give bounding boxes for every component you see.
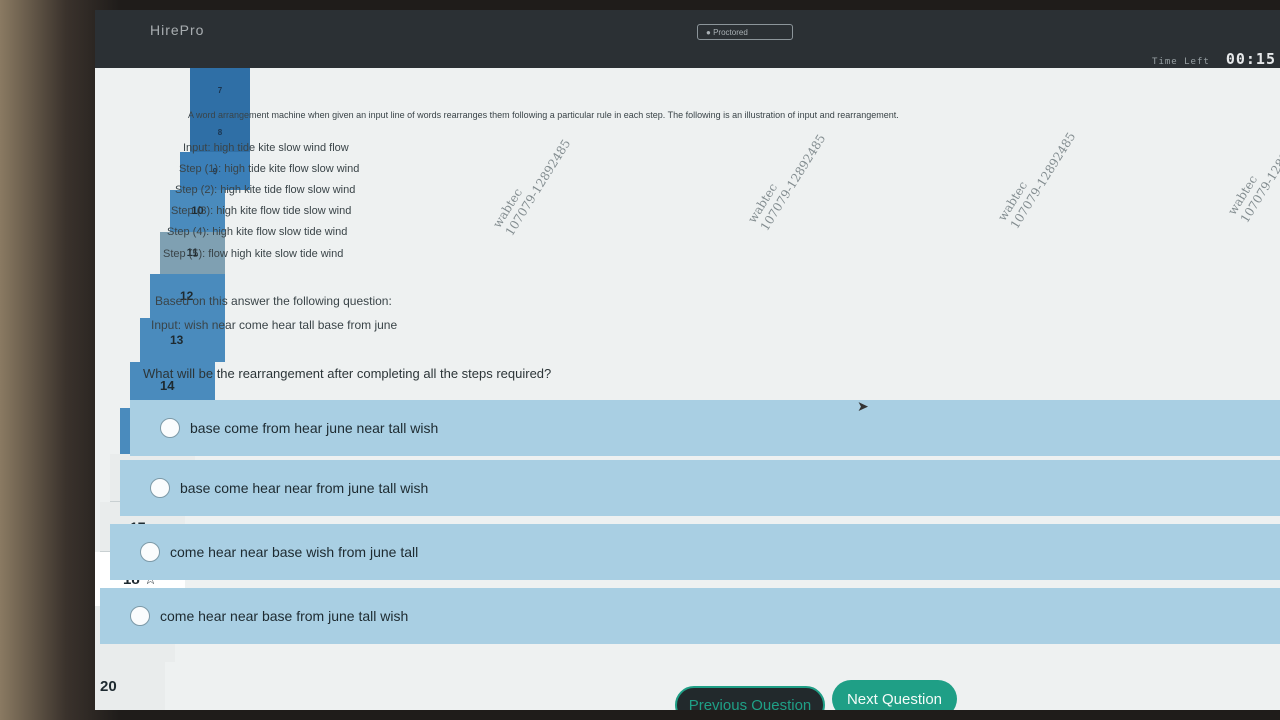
question-prompt: What will be the rearrangement after com… (143, 366, 552, 381)
watermark: wabtec 107079-12892485 (745, 131, 829, 234)
radio-button[interactable] (130, 606, 150, 626)
proctor-label: Proctored (713, 28, 748, 37)
question-input: Input: wish near come hear tall base fro… (151, 318, 398, 332)
illustration-line: Step (3): high kite flow tide slow wind (171, 205, 352, 217)
watermark: wabtec 107079-12892485 (1225, 123, 1280, 226)
info-icon: ● (706, 28, 711, 37)
answer-option[interactable]: base come from hear june near tall wish (130, 400, 1280, 456)
question-instruction: Based on this answer the following quest… (155, 294, 392, 308)
radio-button[interactable] (160, 418, 180, 438)
proctor-badge: ● Proctored (697, 24, 793, 40)
mouse-cursor-icon: ➤ (857, 398, 869, 414)
answer-option[interactable]: come hear near base from june tall wish (100, 588, 1280, 644)
app-brand: HirePro (150, 22, 205, 38)
question-panel: 7 8 9 10 11 12 13 14 15 16 17 18 ☆ 19 20… (95, 68, 1280, 710)
question-content: A word arrangement machine when given an… (95, 68, 1280, 710)
watermark: wabtec 107079-12892485 (995, 129, 1079, 232)
option-label: base come from hear june near tall wish (190, 420, 439, 436)
illustration-line: Step (5): flow high kite slow tide wind (163, 248, 344, 260)
illustration-line: Step (2): high kite tide flow slow wind (175, 184, 356, 196)
answer-option[interactable]: come hear near base wish from june tall (110, 524, 1280, 580)
top-bar: HirePro ● Proctored Time Left 00:15 (95, 10, 1280, 68)
illustration-line: Step (4): high kite flow slow tide wind (167, 226, 348, 238)
illustration-line: Step (1): high tide kite flow slow wind (179, 163, 360, 175)
timer: Time Left 00:15 (1152, 50, 1276, 68)
radio-button[interactable] (140, 542, 160, 562)
timer-value: 00:15 (1225, 50, 1276, 68)
option-label: come hear near base wish from june tall (170, 544, 419, 560)
option-label: come hear near base from june tall wish (160, 608, 409, 624)
exam-screen: HirePro ● Proctored Time Left 00:15 7 8 … (95, 10, 1280, 710)
watermark: wabtec 107079-12892485 (490, 136, 574, 239)
question-intro: A word arrangement machine when given an… (188, 110, 899, 120)
radio-button[interactable] (150, 478, 170, 498)
illustration-line: Input: high tide kite slow wind flow (183, 142, 349, 154)
answer-option[interactable]: base come hear near from june tall wish (120, 460, 1280, 516)
next-question-button[interactable]: Next Question (832, 680, 957, 710)
option-label: base come hear near from june tall wish (180, 480, 429, 496)
previous-question-button[interactable]: Previous Question (675, 686, 825, 710)
timer-label: Time Left (1152, 57, 1210, 67)
